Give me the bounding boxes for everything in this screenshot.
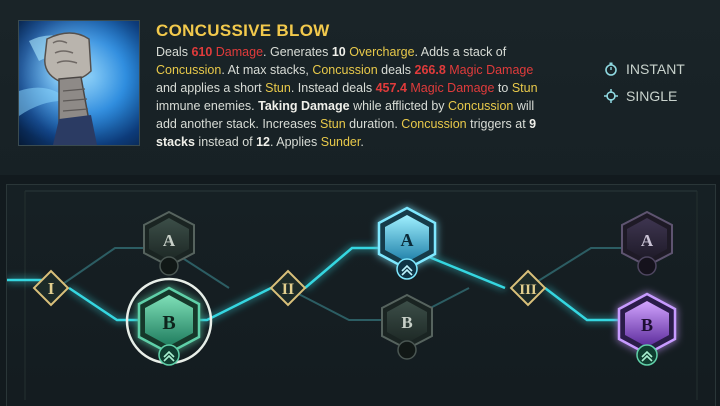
talent-letter: B	[162, 312, 175, 334]
damage-value: 610	[191, 45, 213, 59]
stacks-value: 12	[256, 135, 270, 149]
talent-tree: I II III A B A B A B	[6, 184, 716, 406]
ability-header: CONCUSSIVE BLOW Deals 610 Damage. Genera…	[0, 0, 720, 175]
talent-letter: A	[641, 231, 654, 250]
desc-text: triggers at	[466, 117, 530, 131]
desc-text: while afflicted by	[349, 99, 449, 113]
talent-node-tier3-b[interactable]: B	[617, 292, 677, 366]
sunder-keyword: Sunder	[320, 135, 361, 149]
tree-frame-line	[24, 191, 698, 400]
tier-marker-2: II	[269, 269, 307, 307]
concussion-keyword: Concussion	[312, 63, 378, 77]
talent-node-tier1-b[interactable]: B	[125, 277, 213, 366]
desc-text: and applies a short	[156, 81, 266, 95]
talent-letter: A	[401, 230, 414, 250]
talent-letter: A	[163, 231, 176, 250]
desc-text: . At max stacks,	[221, 63, 313, 77]
magic-damage-keyword: Magic Damage	[406, 81, 495, 95]
tag-label: INSTANT	[626, 61, 685, 77]
talent-node-tier2-a[interactable]: A	[377, 206, 437, 280]
desc-text: Deals	[156, 45, 192, 59]
concussion-keyword: Concussion	[401, 117, 467, 131]
ability-portrait	[18, 20, 140, 146]
overcharge-keyword: Overcharge	[345, 45, 415, 59]
ability-title: CONCUSSIVE BLOW	[156, 21, 330, 40]
desc-text: to	[494, 81, 512, 95]
node-slot-icon	[637, 256, 657, 276]
concussion-keyword: Concussion	[156, 63, 222, 77]
node-slot-icon	[397, 340, 417, 360]
desc-text: . Adds a stack of	[414, 45, 507, 59]
talent-node-tier1-a[interactable]: A	[143, 210, 195, 276]
concussion-keyword: Concussion	[448, 99, 514, 113]
talent-letter: B	[401, 313, 412, 332]
magic-damage-keyword: Magic Damage	[445, 63, 534, 77]
desc-text: instead of	[194, 135, 257, 149]
magic-damage-value: 266.8	[414, 63, 446, 77]
tier-numeral: I	[48, 279, 55, 298]
desc-text: immune enemies.	[156, 99, 259, 113]
desc-text: deals	[377, 63, 415, 77]
desc-text: . Applies	[270, 135, 321, 149]
fist-icon	[19, 21, 139, 145]
stopwatch-icon	[605, 62, 617, 76]
tier-marker-1: I	[32, 269, 70, 307]
overcharge-value: 10	[331, 45, 346, 59]
tag-label: SINGLE	[626, 88, 678, 104]
tag-single: SINGLE	[604, 88, 677, 104]
stun-keyword: Stun	[265, 81, 291, 95]
desc-text: .	[360, 135, 364, 149]
magic-damage-value: 457.4	[375, 81, 407, 95]
desc-text: . Generates	[263, 45, 332, 59]
stun-keyword: Stun	[319, 117, 346, 131]
tier-numeral: III	[519, 282, 537, 298]
talent-node-tier3-a[interactable]: A	[621, 210, 673, 276]
tier-marker-3: III	[509, 269, 547, 307]
ability-description: Deals 610 Damage. Generates 10 Overcharg…	[156, 43, 556, 151]
desc-text: duration.	[345, 117, 402, 131]
node-slot-icon	[159, 256, 179, 276]
tag-instant: INSTANT	[604, 61, 685, 77]
desc-text: . Instead deals	[290, 81, 376, 95]
talent-tree-graph: I II III A B A B A B	[7, 190, 698, 400]
damage-keyword: Damage	[212, 45, 264, 59]
tier-numeral: II	[282, 281, 294, 298]
talent-letter: B	[641, 315, 653, 335]
stun-keyword: Stun	[511, 81, 538, 95]
crosshair-icon	[604, 89, 618, 103]
taking-damage-keyword: Taking Damage	[258, 99, 350, 113]
talent-node-tier2-b[interactable]: B	[381, 293, 433, 360]
